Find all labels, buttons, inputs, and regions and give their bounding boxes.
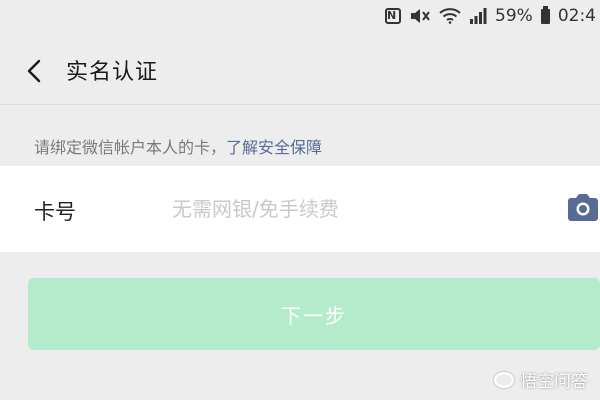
mute-icon <box>409 8 431 24</box>
security-link[interactable]: 了解安全保障 <box>226 138 322 157</box>
divider <box>0 104 600 105</box>
speech-bubble-icon <box>494 371 514 388</box>
nav-bar: 实名认证 <box>0 32 600 104</box>
hint-text: 请绑定微信帐户本人的卡， <box>34 138 227 157</box>
page-title: 实名认证 <box>66 60 159 85</box>
hint-line: 请绑定微信帐户本人的卡，了解安全保障 <box>34 134 322 158</box>
card-number-input[interactable] <box>172 190 532 228</box>
next-step-button[interactable]: 下一步 <box>28 278 600 350</box>
battery-icon <box>540 5 550 24</box>
clock: 02:4 <box>557 6 596 26</box>
status-bar: N 59% 02:4 <box>0 0 600 32</box>
watermark-text: 悟空问答 <box>520 372 588 392</box>
battery-percent: 59% <box>495 6 533 26</box>
watermark: 悟空问答 <box>494 367 588 392</box>
wifi-icon <box>439 8 461 24</box>
camera-icon[interactable] <box>566 193 600 221</box>
back-icon[interactable] <box>22 58 48 84</box>
card-number-label: 卡号 <box>34 200 76 224</box>
card-number-row: 卡号 <box>0 166 600 252</box>
signal-icon <box>469 8 487 24</box>
nfc-icon: N <box>385 8 402 24</box>
